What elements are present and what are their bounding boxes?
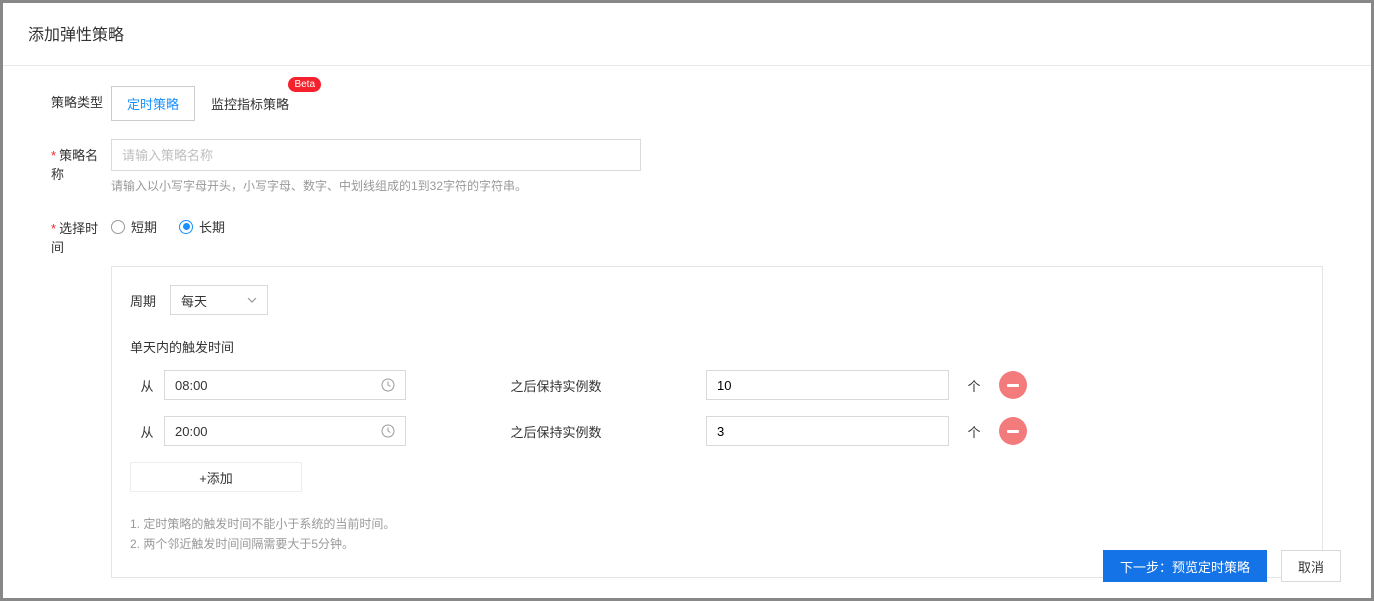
- next-button[interactable]: 下一步：预览定时策略: [1103, 550, 1267, 582]
- trigger-row: 从 20:00 之后保持实例数 个: [130, 416, 1304, 446]
- tab-timed-policy[interactable]: 定时策略: [111, 86, 195, 121]
- dialog-footer: 下一步：预览定时策略 取消: [1103, 550, 1341, 582]
- from-label: 从: [130, 422, 164, 441]
- cycle-value: 每天: [181, 291, 207, 310]
- cancel-button[interactable]: 取消: [1281, 550, 1341, 582]
- time-config-box: 周期 每天 单天内的触发时间 从 08:00 之后保持实例: [111, 266, 1323, 578]
- time-input[interactable]: 20:00: [164, 416, 406, 446]
- time-input[interactable]: 08:00: [164, 370, 406, 400]
- minus-icon: [1007, 430, 1019, 433]
- minus-icon: [1007, 384, 1019, 387]
- label-policy-name: *策略名称: [51, 139, 111, 183]
- tab-metric-policy[interactable]: 监控指标策略 Beta: [195, 86, 305, 121]
- beta-badge: Beta: [288, 77, 321, 92]
- keep-instance-label: 之后保持实例数: [406, 422, 706, 441]
- radio-long-label: 长期: [199, 217, 225, 236]
- radio-circle-checked-icon: [179, 220, 193, 234]
- policy-name-text: 策略名称: [51, 148, 98, 182]
- policy-name-input[interactable]: [111, 139, 641, 171]
- radio-long-term[interactable]: 长期: [179, 217, 225, 236]
- clock-icon: [381, 424, 395, 438]
- add-row-button[interactable]: +添加: [130, 462, 302, 492]
- instance-count-input[interactable]: [706, 370, 949, 400]
- dialog-title: 添加弹性策略: [3, 3, 1371, 66]
- cycle-label: 周期: [130, 291, 156, 310]
- row-select-time: *选择时间 短期 长期: [51, 212, 1323, 256]
- radio-circle-icon: [111, 220, 125, 234]
- dialog-body: 策略类型 定时策略 监控指标策略 Beta *策略名称 请输入以小写字母开头，小…: [3, 66, 1371, 578]
- label-policy-type: 策略类型: [51, 86, 111, 111]
- row-policy-name: *策略名称 请输入以小写字母开头，小写字母、数字、中划线组成的1到32字符的字符…: [51, 139, 1323, 194]
- unit-label: 个: [949, 422, 999, 441]
- policy-type-tabs: 定时策略 监控指标策略 Beta: [111, 86, 1323, 121]
- unit-label: 个: [949, 376, 999, 395]
- radio-short-term[interactable]: 短期: [111, 217, 157, 236]
- required-mark: *: [51, 221, 56, 236]
- trigger-row: 从 08:00 之后保持实例数 个: [130, 370, 1304, 400]
- clock-icon: [381, 378, 395, 392]
- note-line: 1. 定时策略的触发时间不能小于系统的当前时间。: [130, 514, 1304, 534]
- row-policy-type: 策略类型 定时策略 监控指标策略 Beta: [51, 86, 1323, 121]
- from-label: 从: [130, 376, 164, 395]
- policy-name-hint: 请输入以小写字母开头，小写字母、数字、中划线组成的1到32字符的字符串。: [111, 177, 1323, 194]
- trigger-subtitle: 单天内的触发时间: [130, 337, 1304, 356]
- time-radio-group: 短期 长期: [111, 212, 1323, 236]
- required-mark: *: [51, 148, 56, 163]
- cycle-select[interactable]: 每天: [170, 285, 268, 315]
- dialog: 添加弹性策略 策略类型 定时策略 监控指标策略 Beta *策略名称: [0, 0, 1374, 601]
- select-time-text: 选择时间: [51, 221, 98, 255]
- time-value: 08:00: [175, 378, 208, 393]
- chevron-down-icon: [247, 297, 257, 303]
- config-notes: 1. 定时策略的触发时间不能小于系统的当前时间。 2. 两个邻近触发时间间隔需要…: [130, 514, 1304, 555]
- radio-short-label: 短期: [131, 217, 157, 236]
- remove-row-button[interactable]: [999, 417, 1027, 445]
- keep-instance-label: 之后保持实例数: [406, 376, 706, 395]
- time-value: 20:00: [175, 424, 208, 439]
- cycle-row: 周期 每天: [130, 285, 1304, 315]
- label-select-time: *选择时间: [51, 212, 111, 256]
- remove-row-button[interactable]: [999, 371, 1027, 399]
- instance-count-input[interactable]: [706, 416, 949, 446]
- tab-metric-label: 监控指标策略: [211, 97, 289, 112]
